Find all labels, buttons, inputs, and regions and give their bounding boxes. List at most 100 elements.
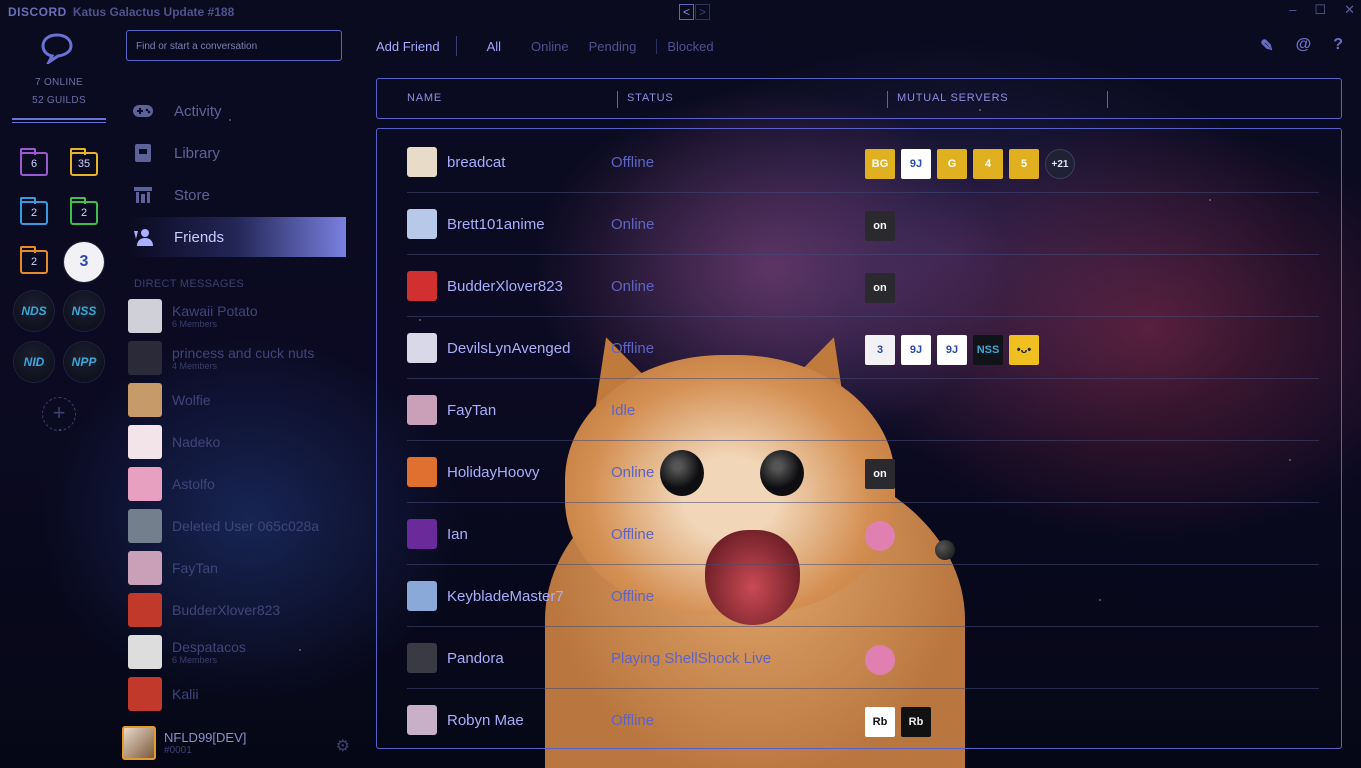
server-icon-3[interactable]: 3: [64, 242, 104, 282]
window-controls: – ☐ ✕: [1289, 2, 1355, 18]
header-name[interactable]: NAME: [407, 92, 442, 104]
friend-status: Offline: [611, 154, 655, 171]
dm-header: DIRECT MESSAGES: [134, 278, 245, 290]
user-avatar[interactable]: [122, 726, 156, 760]
mutual-server-icon[interactable]: •ᴗ•: [1009, 335, 1039, 365]
mutual-server-icon[interactable]: 9J: [901, 335, 931, 365]
tab-all[interactable]: All: [487, 39, 501, 54]
dm-member-count: 6 Members: [172, 654, 218, 665]
minimize-button[interactable]: –: [1289, 2, 1296, 18]
mutual-servers: Rb Rb: [865, 707, 931, 737]
dm-avatar: [128, 383, 162, 417]
friend-status: Idle: [611, 402, 636, 419]
friend-row[interactable]: Brett101anime Online on: [407, 193, 1319, 255]
dm-item[interactable]: Deleted User 065c028a: [128, 508, 348, 544]
friend-name: Robyn Mae: [447, 712, 524, 729]
friend-row[interactable]: FayTan Idle: [407, 379, 1319, 441]
dm-name: Deleted User 065c028a: [172, 517, 320, 534]
home-chat-icon[interactable]: [40, 32, 74, 64]
mutual-server-icon[interactable]: G: [937, 149, 967, 179]
dm-item[interactable]: Nadeko: [128, 424, 348, 460]
friend-row[interactable]: Pandora Playing ShellShock Live: [407, 627, 1319, 689]
mutual-server-icon[interactable]: 9J: [937, 335, 967, 365]
add-friend-button[interactable]: Add Friend: [376, 39, 440, 54]
friend-status: Offline: [611, 712, 655, 729]
settings-gear-icon[interactable]: ⚙: [336, 736, 350, 756]
column-divider: [617, 91, 618, 108]
friend-avatar: [407, 519, 437, 549]
back-button[interactable]: <: [679, 4, 694, 20]
add-server-button[interactable]: +: [42, 397, 76, 431]
friend-row[interactable]: KeybladeMaster7 Offline: [407, 565, 1319, 627]
mutual-server-icon[interactable]: on: [865, 211, 895, 241]
tab-online[interactable]: Online: [531, 39, 569, 54]
friend-avatar: [407, 209, 437, 239]
dm-avatar: [128, 593, 162, 627]
mutual-server-icon[interactable]: [865, 521, 895, 551]
mutual-server-icon[interactable]: 9J: [901, 149, 931, 179]
nav-store[interactable]: Store: [128, 175, 346, 215]
dm-item[interactable]: BudderXlover823: [128, 592, 348, 628]
mutual-server-icon[interactable]: NSS: [973, 335, 1003, 365]
friend-row[interactable]: breadcat Offline BG 9J G 4 5 +21: [407, 131, 1319, 193]
dm-item[interactable]: FayTan: [128, 550, 348, 586]
new-group-dm-icon[interactable]: ✎: [1260, 36, 1273, 56]
server-icon-nss[interactable]: NSS: [64, 291, 104, 331]
header-status[interactable]: STATUS: [627, 92, 674, 104]
mutual-server-icon[interactable]: Rb: [865, 707, 895, 737]
more-servers-badge[interactable]: +21: [1045, 149, 1075, 179]
dm-item[interactable]: princess and cuck nuts 4 Members: [128, 340, 348, 376]
nav-library[interactable]: Library: [128, 133, 346, 173]
mutual-server-icon[interactable]: 4: [973, 149, 1003, 179]
friend-name: DevilsLynAvenged: [447, 340, 571, 357]
search-input[interactable]: Find or start a conversation: [126, 30, 342, 61]
mutual-server-icon[interactable]: 5: [1009, 149, 1039, 179]
dm-item[interactable]: Kawaii Potato 6 Members: [128, 298, 348, 334]
mutual-server-icon[interactable]: [865, 645, 895, 675]
dm-item[interactable]: Astolfo: [128, 466, 348, 502]
dm-name: Wolfie: [172, 391, 211, 408]
friend-row[interactable]: HolidayHoovy Online on: [407, 441, 1319, 503]
friend-avatar: [407, 705, 437, 735]
friends-table-body: breadcat Offline BG 9J G 4 5 +21 Brett101anime On…: [376, 128, 1342, 749]
dm-avatar: [128, 551, 162, 585]
friend-status: Online: [611, 216, 655, 233]
friend-row[interactable]: DevilsLynAvenged Offline 3 9J 9J NSS •ᴗ•: [407, 317, 1319, 379]
library-icon: [132, 143, 154, 163]
friend-avatar: [407, 333, 437, 363]
header-mutual-servers[interactable]: MUTUAL SERVERS: [897, 92, 1008, 104]
server-icon-nds[interactable]: NDS: [14, 291, 54, 331]
mentions-icon[interactable]: @: [1296, 36, 1312, 56]
tab-pending[interactable]: Pending: [589, 39, 637, 54]
maximize-button[interactable]: ☐: [1314, 2, 1326, 18]
tab-blocked[interactable]: Blocked: [656, 38, 714, 54]
nav-friends[interactable]: Friends: [128, 217, 346, 257]
friend-row[interactable]: BudderXlover823 Online on: [407, 255, 1319, 317]
nav-label: Activity: [174, 102, 222, 120]
mutual-server-icon[interactable]: on: [865, 273, 895, 303]
close-button[interactable]: ✕: [1344, 2, 1355, 18]
server-folder-icon[interactable]: 2: [70, 197, 98, 225]
help-icon[interactable]: ?: [1333, 36, 1343, 56]
server-folder-icon[interactable]: 35: [70, 148, 98, 176]
dm-item[interactable]: Kalii: [128, 676, 348, 712]
mutual-server-icon[interactable]: Rb: [901, 707, 931, 737]
server-folder-icon[interactable]: 2: [20, 197, 48, 225]
guild-count: 52 GUILDS: [32, 95, 86, 106]
server-folder-icon[interactable]: 2: [20, 246, 48, 274]
nav-activity[interactable]: Activity: [128, 91, 346, 131]
server-icon-nid[interactable]: NID: [14, 342, 54, 382]
server-folder-icon[interactable]: 6: [20, 148, 48, 176]
friend-name: KeybladeMaster7: [447, 588, 564, 605]
dm-item[interactable]: Despatacos 6 Members: [128, 634, 348, 670]
server-icon-npp[interactable]: NPP: [64, 342, 104, 382]
mutual-server-icon[interactable]: on: [865, 459, 895, 489]
mutual-server-icon[interactable]: 3: [865, 335, 895, 365]
divider: [455, 36, 457, 56]
window-title: Katus Galactus Update #188: [72, 5, 235, 19]
mutual-server-icon[interactable]: BG: [865, 149, 895, 179]
friend-row[interactable]: Robyn Mae Offline Rb Rb: [407, 689, 1319, 751]
friend-row[interactable]: Ian Offline: [407, 503, 1319, 565]
dm-item[interactable]: Wolfie: [128, 382, 348, 418]
forward-button[interactable]: >: [695, 4, 710, 20]
